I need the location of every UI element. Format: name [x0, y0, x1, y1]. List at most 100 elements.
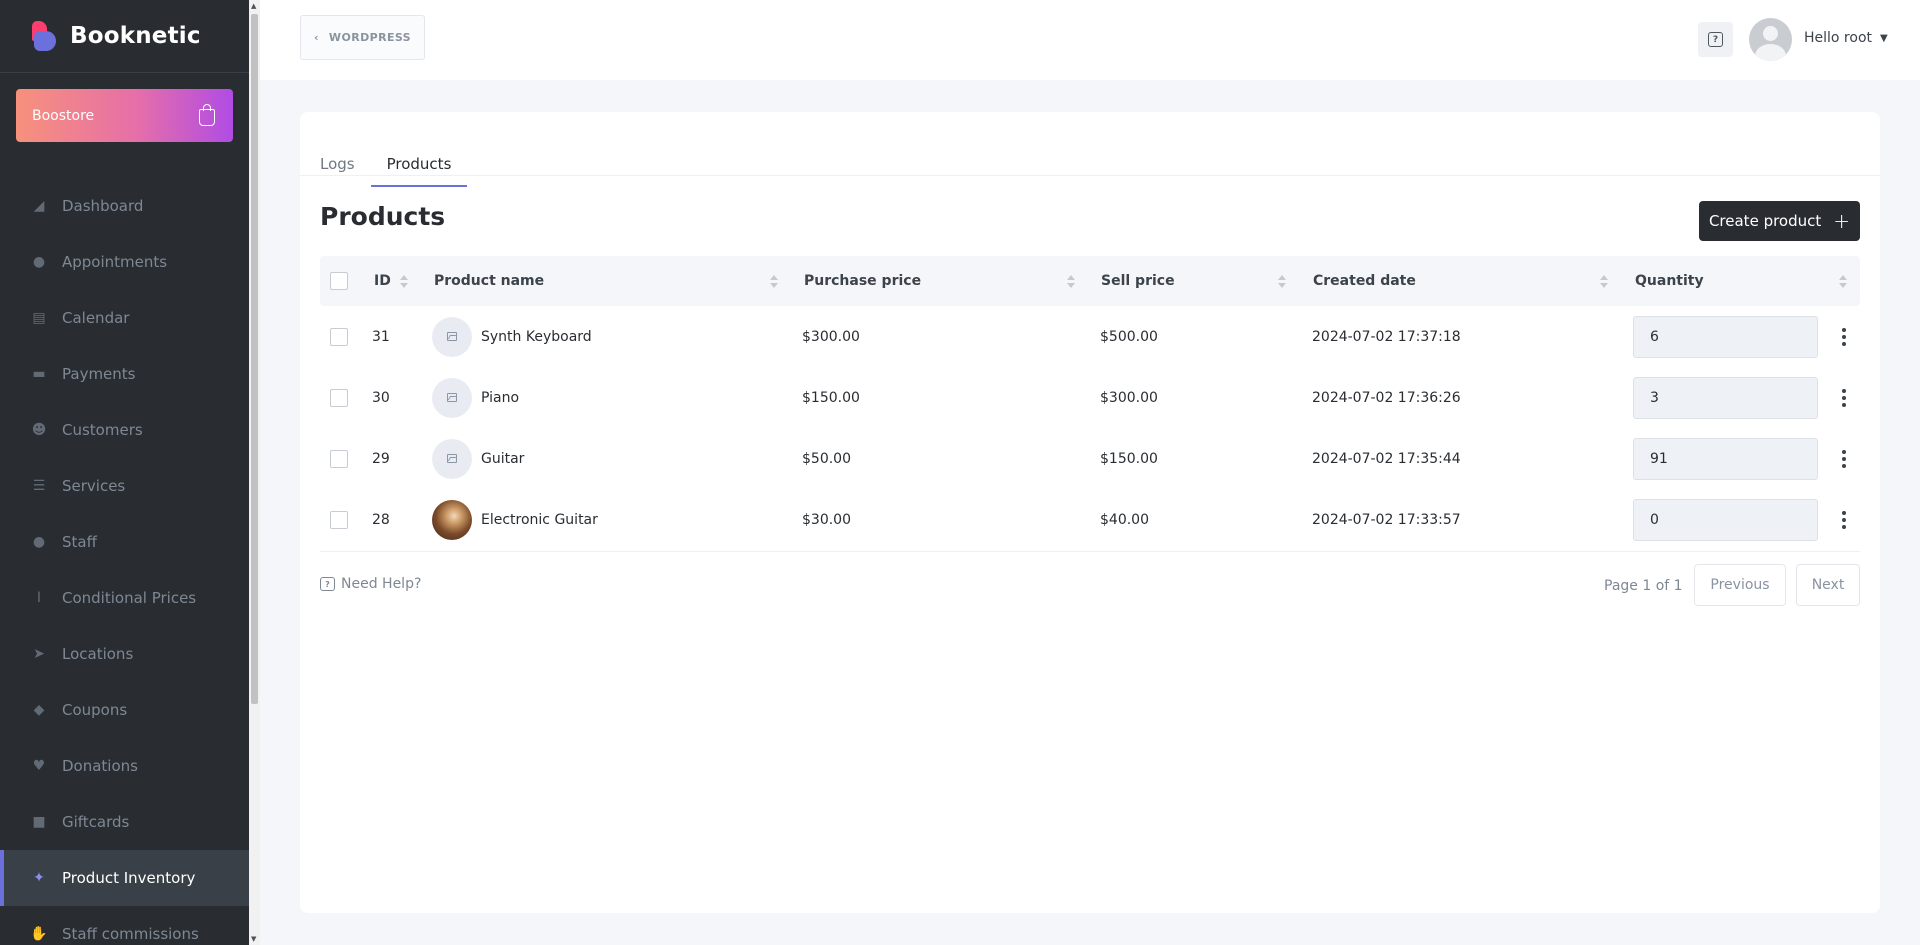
column-header-id[interactable]: ID	[374, 256, 391, 306]
i-cursor-icon: I	[36, 590, 42, 606]
need-help-link[interactable]: ? Need Help?	[320, 576, 421, 592]
row-created-date: 2024-07-02 17:36:26	[1312, 389, 1461, 406]
row-product: Electronic Guitar	[432, 489, 598, 550]
quantity-input[interactable]	[1633, 498, 1818, 541]
sidebar-scrollbar[interactable]: ▲ ▼	[249, 0, 260, 945]
main-card: Logs Products Products Create product + …	[300, 112, 1880, 913]
need-help-label: Need Help?	[341, 576, 422, 592]
product-photo	[432, 499, 472, 540]
column-header-quantity[interactable]: Quantity	[1635, 256, 1704, 306]
row-product: Guitar	[432, 428, 524, 489]
row-more-options-icon[interactable]	[1840, 428, 1848, 489]
row-purchase-price: $300.00	[802, 328, 860, 345]
product-thumbnail	[432, 377, 472, 418]
calendar-icon: ▤	[32, 310, 46, 326]
sidebar-item-payments[interactable]: ▬ Payments	[0, 346, 249, 402]
row-select-cell	[330, 367, 348, 428]
brand-name: Booknetic	[70, 23, 201, 49]
sidebar-item-conditional-prices[interactable]: I Conditional Prices	[0, 570, 249, 626]
boostore-button[interactable]: Boostore	[16, 89, 233, 142]
column-header-product-name[interactable]: Product name	[434, 256, 544, 306]
row-more-options-icon[interactable]	[1840, 489, 1848, 550]
row-id: 29	[372, 450, 390, 467]
table-row: 29 Guitar $50.00 $150.00 2024-07-02 17:3…	[320, 428, 1860, 489]
quantity-input[interactable]	[1633, 437, 1818, 480]
row-product-name: Synth Keyboard	[481, 328, 592, 345]
user-greeting: Hello root	[1804, 30, 1873, 46]
wordpress-back-button[interactable]: ‹ WORDPRESS	[300, 15, 425, 60]
sidebar-item-giftcards[interactable]: ■ Giftcards	[0, 794, 249, 850]
scroll-down-arrow-icon[interactable]: ▼	[251, 935, 256, 943]
table-row: 31 Synth Keyboard $300.00 $500.00 2024-0…	[320, 306, 1860, 367]
tabs-divider	[300, 175, 1880, 176]
row-checkbox[interactable]	[330, 388, 348, 407]
handshake-icon: ✋	[30, 926, 48, 942]
row-more-options-icon[interactable]	[1840, 367, 1848, 428]
sort-icon[interactable]	[1600, 275, 1608, 288]
sidebar-item-label: Product Inventory	[62, 869, 196, 887]
row-id: 28	[372, 511, 390, 528]
sidebar-item-appointments[interactable]: ● Appointments	[0, 234, 249, 290]
sidebar-item-locations[interactable]: ➤ Locations	[0, 626, 249, 682]
sidebar-item-label: Giftcards	[62, 813, 130, 831]
select-all-checkbox[interactable]	[330, 272, 348, 290]
row-checkbox[interactable]	[330, 510, 348, 529]
sidebar-item-staff[interactable]: ● Staff	[0, 514, 249, 570]
page-title: Products	[320, 202, 446, 231]
tabs: Logs Products	[320, 140, 468, 187]
sidebar-item-label: Dashboard	[62, 197, 144, 215]
sidebar-item-donations[interactable]: ♥ Donations	[0, 738, 249, 794]
brand[interactable]: Booknetic	[30, 18, 201, 54]
sort-icon[interactable]	[1067, 275, 1075, 288]
table-divider	[320, 551, 1860, 552]
chevron-left-icon: ‹	[313, 31, 319, 44]
row-quantity-cell	[1633, 428, 1818, 489]
tab-logs[interactable]: Logs	[320, 140, 371, 187]
sidebar-item-label: Payments	[62, 365, 136, 383]
quantity-input[interactable]	[1633, 315, 1818, 358]
cube-icon: ◢	[33, 198, 45, 214]
sidebar-item-staff-commissions[interactable]: ✋ Staff commissions	[0, 906, 249, 945]
tab-products[interactable]: Products	[370, 140, 468, 187]
column-header-created-date[interactable]: Created date	[1313, 256, 1416, 306]
sidebar-item-services[interactable]: ☰ Services	[0, 458, 249, 514]
row-quantity-cell	[1633, 306, 1818, 367]
sidebar-item-product-inventory[interactable]: ✦ Product Inventory	[0, 850, 249, 906]
quantity-input[interactable]	[1633, 376, 1818, 419]
create-product-button[interactable]: Create product +	[1699, 201, 1860, 241]
question-icon: ?	[1708, 32, 1723, 47]
row-product-name: Electronic Guitar	[481, 511, 598, 528]
row-product: Synth Keyboard	[432, 306, 592, 367]
gift-icon: ■	[32, 814, 46, 830]
user-icon: ●	[32, 534, 46, 550]
row-created-date: 2024-07-02 17:33:57	[1312, 511, 1461, 528]
row-product-name: Piano	[481, 389, 520, 406]
row-checkbox[interactable]	[330, 327, 348, 346]
sidebar: Booknetic Boostore ◢ Dashboard ● Appointme…	[0, 0, 249, 945]
scrollbar-thumb[interactable]	[251, 14, 258, 704]
sidebar-item-label: Staff	[62, 533, 97, 551]
sort-icon[interactable]	[770, 275, 778, 288]
sidebar-item-calendar[interactable]: ▤ Calendar	[0, 290, 249, 346]
row-checkbox[interactable]	[330, 449, 348, 468]
sort-icon[interactable]	[1278, 275, 1286, 288]
sidebar-item-coupons[interactable]: ◆ Coupons	[0, 682, 249, 738]
sort-icon[interactable]	[400, 275, 408, 288]
column-header-purchase-price[interactable]: Purchase price	[804, 256, 921, 306]
question-icon: ?	[320, 577, 335, 591]
sidebar-item-customers[interactable]: ☻ Customers	[0, 402, 249, 458]
product-thumbnail	[432, 316, 472, 357]
table-header: ID Product name Purchase price Sell pric…	[320, 256, 1860, 306]
avatar[interactable]	[1749, 18, 1792, 61]
sort-icon[interactable]	[1839, 275, 1847, 288]
row-more-options-icon[interactable]	[1840, 306, 1848, 367]
help-button[interactable]: ?	[1698, 22, 1733, 57]
scroll-up-arrow-icon[interactable]: ▲	[251, 2, 256, 10]
sidebar-item-dashboard[interactable]: ◢ Dashboard	[0, 178, 249, 234]
image-placeholder-icon	[447, 332, 457, 341]
user-menu[interactable]: Hello root ▼	[1804, 30, 1888, 46]
wordpress-label: WORDPRESS	[328, 31, 412, 44]
column-header-sell-price[interactable]: Sell price	[1101, 256, 1175, 306]
next-button[interactable]: Next	[1796, 564, 1860, 606]
previous-button[interactable]: Previous	[1694, 564, 1786, 606]
